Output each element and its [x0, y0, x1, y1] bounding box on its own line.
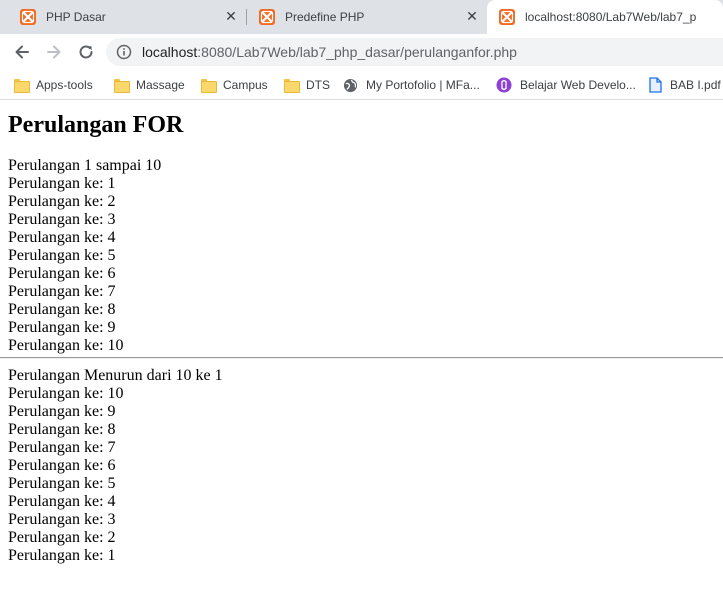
loop-line: Perulangan ke: 7: [8, 283, 116, 300]
loop-line: Perulangan ke: 10: [8, 337, 124, 354]
back-button[interactable]: [10, 40, 34, 64]
loop-line: Perulangan ke: 4: [8, 229, 116, 246]
bookmark-label: Massage: [136, 78, 185, 92]
loop-line: Perulangan ke: 2: [8, 193, 116, 210]
url-host: localhost: [142, 44, 198, 60]
loop-line: Perulangan ke: 7: [8, 439, 116, 456]
loop-line: Perulangan ke: 3: [8, 511, 116, 528]
tab-active-perulanganfor[interactable]: localhost:8080/Lab7Web/lab7_ph: [487, 0, 723, 34]
bookmark-label: DTS: [306, 78, 330, 92]
globe-icon: [343, 78, 358, 92]
loop-line: Perulangan ke: 5: [8, 475, 116, 492]
bookmarks-bar: Apps-tools Massage Campus DTS My Portofo…: [0, 70, 723, 100]
tab-title: PHP Dasar: [46, 10, 106, 24]
page-content: Perulangan FOR Perulangan 1 sampai 10 Pe…: [0, 101, 723, 565]
bookmark-belajar-web[interactable]: Belajar Web Develo...: [496, 76, 636, 94]
page-heading: Perulangan FOR: [8, 112, 184, 138]
bookmark-my-portofolio[interactable]: My Portofolio | MFa...: [343, 76, 480, 94]
folder-icon: [201, 79, 217, 93]
url-path: :8080/Lab7Web/lab7_php_dasar/perulanganf…: [197, 44, 517, 60]
reload-button[interactable]: [74, 40, 98, 64]
loop-line: Perulangan ke: 4: [8, 493, 116, 510]
folder-icon: [114, 79, 130, 93]
tab-php-dasar[interactable]: PHP Dasar ✕: [0, 0, 246, 34]
reload-icon: [79, 45, 93, 59]
arrow-right-icon: [47, 45, 61, 59]
file-icon: [649, 77, 662, 93]
bookmark-label: Apps-tools: [36, 78, 93, 92]
tab-title: localhost:8080/Lab7Web/lab7_ph: [525, 10, 697, 24]
bookmark-label: Campus: [223, 78, 268, 92]
loop-line: Perulangan ke: 8: [8, 301, 116, 318]
bookmark-campus[interactable]: Campus: [201, 76, 268, 94]
loop-line: Perulangan ke: 9: [8, 319, 116, 336]
arrow-left-icon: [15, 45, 29, 59]
loop-line: Perulangan ke: 2: [8, 529, 116, 546]
xampp-icon: [20, 9, 36, 25]
forward-button[interactable]: [42, 40, 66, 64]
bookmark-label: Belajar Web Develo...: [520, 78, 636, 92]
section-title: Perulangan Menurun dari 10 ke 1: [8, 367, 223, 384]
folder-icon: [14, 79, 30, 93]
xampp-icon: [259, 9, 275, 25]
info-icon[interactable]: [116, 44, 132, 60]
horizontal-divider: [0, 357, 723, 359]
close-icon[interactable]: ✕: [465, 10, 479, 24]
xampp-icon: [499, 9, 515, 25]
tab-title: Predefine PHP: [285, 10, 365, 24]
bookmark-apps-tools[interactable]: Apps-tools: [14, 76, 93, 94]
address-bar[interactable]: localhost:8080/Lab7Web/lab7_php_dasar/pe…: [106, 38, 723, 66]
tab-strip: PHP Dasar ✕ Predefine PHP ✕ localhost:80…: [0, 0, 723, 34]
section-title: Perulangan 1 sampai 10: [8, 157, 162, 174]
url-text: localhost:8080/Lab7Web/lab7_php_dasar/pe…: [142, 44, 517, 60]
bookmark-massage[interactable]: Massage: [114, 76, 185, 94]
loop-line: Perulangan ke: 8: [8, 421, 116, 438]
browser-toolbar: localhost:8080/Lab7Web/lab7_php_dasar/pe…: [0, 34, 723, 70]
loop-line: Perulangan ke: 6: [8, 457, 116, 474]
tab-predefine-php[interactable]: Predefine PHP ✕: [247, 0, 487, 34]
folder-icon: [284, 79, 300, 93]
loop-line: Perulangan ke: 3: [8, 211, 116, 228]
purple-logo-icon: [496, 77, 512, 93]
bookmark-label: My Portofolio | MFa...: [366, 78, 480, 92]
loop-line: Perulangan ke: 10: [8, 385, 124, 402]
loop-line: Perulangan ke: 1: [8, 547, 116, 564]
bookmark-label: BAB I.pdf: [670, 78, 721, 92]
loop-line: Perulangan ke: 9: [8, 403, 116, 420]
loop-line: Perulangan ke: 5: [8, 247, 116, 264]
loop-line: Perulangan ke: 6: [8, 265, 116, 282]
bookmark-dts[interactable]: DTS: [284, 76, 330, 94]
bookmark-bab-i-pdf[interactable]: BAB I.pdf: [649, 76, 721, 94]
close-icon[interactable]: ✕: [224, 10, 238, 24]
loop-line: Perulangan ke: 1: [8, 175, 116, 192]
